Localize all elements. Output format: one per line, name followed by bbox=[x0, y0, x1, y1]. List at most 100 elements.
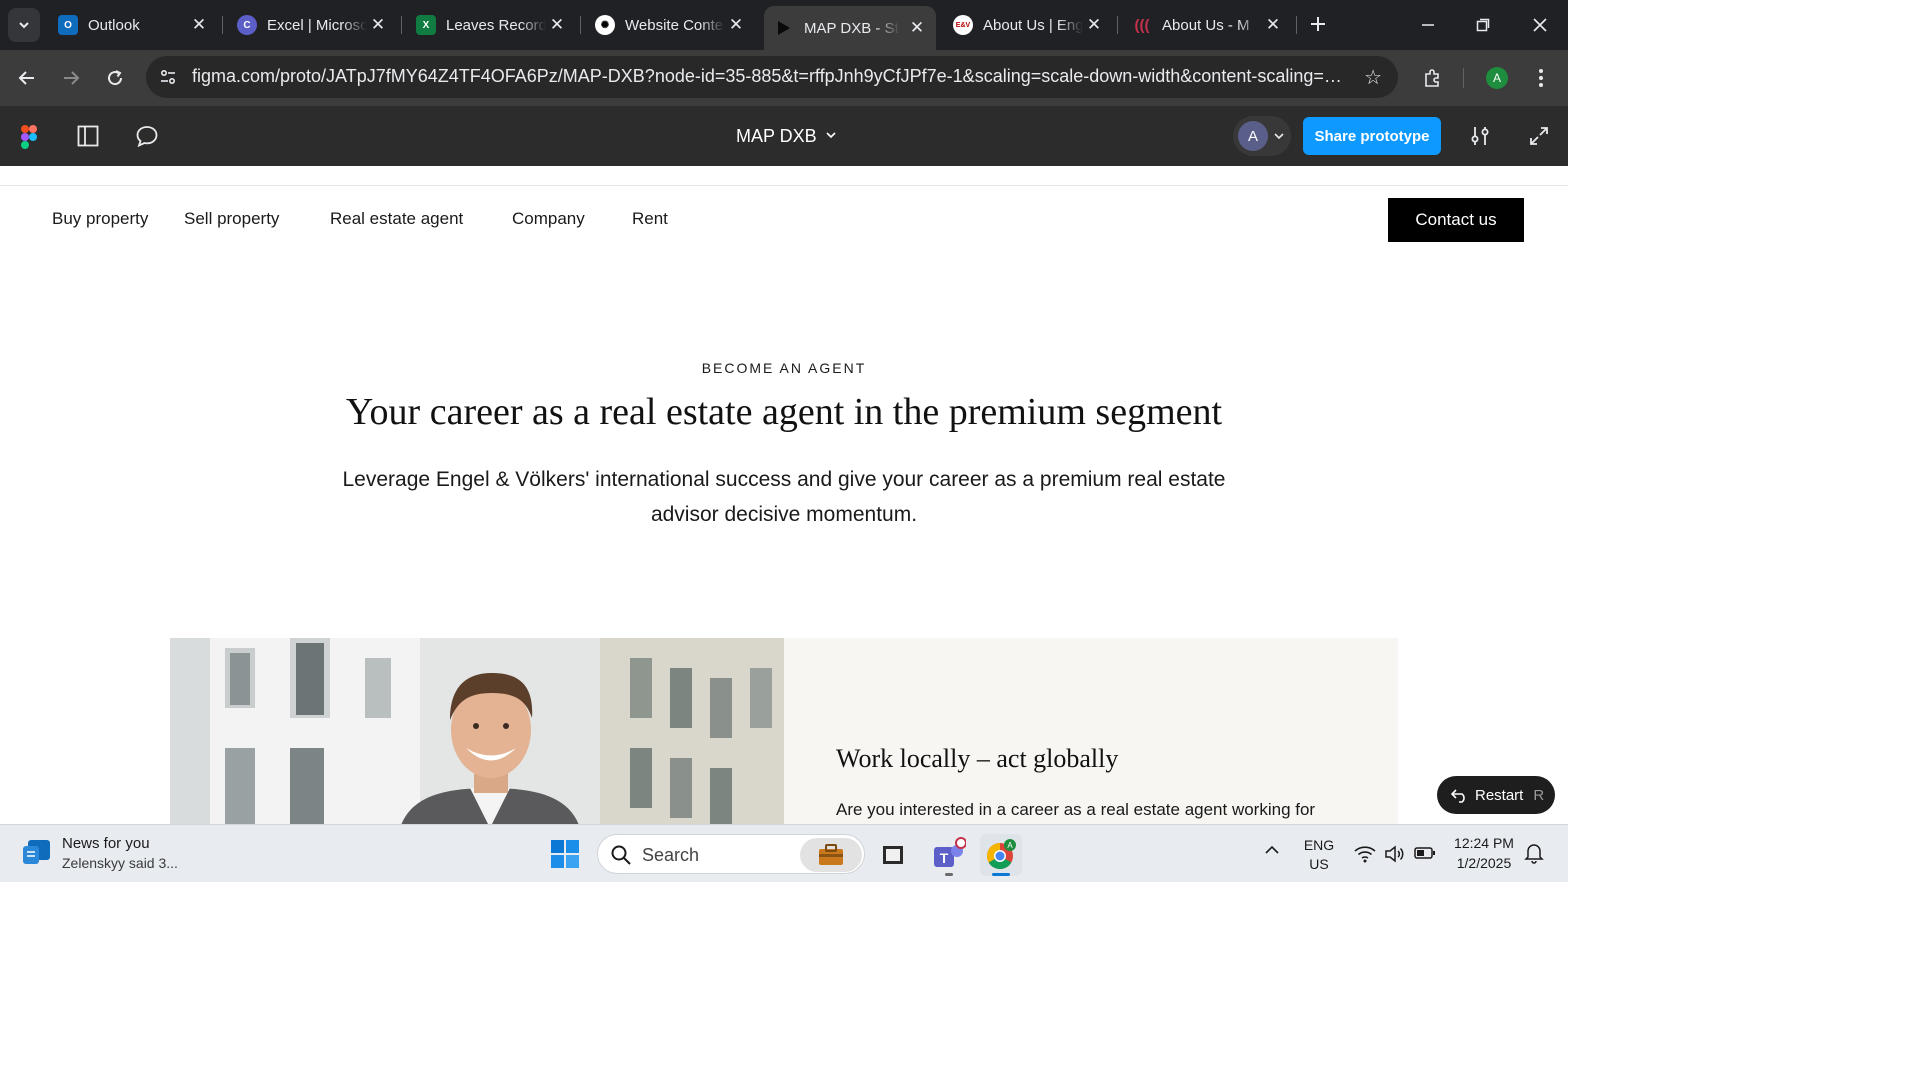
nav-buy-property[interactable]: Buy property bbox=[52, 209, 148, 229]
undo-icon bbox=[1451, 789, 1465, 803]
restore-button[interactable] bbox=[1468, 10, 1498, 40]
nav-sell-property[interactable]: Sell property bbox=[184, 209, 279, 229]
close-icon[interactable]: ✕ bbox=[908, 18, 926, 37]
running-indicator bbox=[945, 873, 953, 876]
address-bar[interactable]: figma.com/proto/JATpJ7fMY64Z4TF4OFA6Pz/M… bbox=[146, 56, 1398, 98]
file-explorer-icon[interactable] bbox=[872, 834, 914, 876]
tab-separator bbox=[580, 16, 581, 34]
tab-search-button[interactable] bbox=[8, 8, 40, 42]
chevron-up-icon[interactable] bbox=[1264, 843, 1280, 861]
more-vertical-icon bbox=[1539, 69, 1543, 87]
tab-separator bbox=[222, 16, 223, 34]
close-icon[interactable]: ✕ bbox=[727, 15, 745, 34]
news-title[interactable]: News for you bbox=[62, 835, 150, 852]
language-region[interactable]: US bbox=[1300, 856, 1338, 872]
wifi-icon[interactable] bbox=[1354, 845, 1376, 868]
contact-us-button[interactable]: Contact us bbox=[1388, 198, 1524, 242]
tab-title: Website Content bbox=[625, 16, 725, 34]
minimize-button[interactable] bbox=[1413, 10, 1443, 40]
clock-date[interactable]: 1/2/2025 bbox=[1448, 855, 1520, 871]
tab-about-us-m[interactable]: ((( About Us - M ✕ bbox=[1132, 6, 1282, 44]
tab-outlook[interactable]: O Outlook ✕ bbox=[58, 6, 208, 44]
section-eyebrow: BECOME AN AGENT bbox=[701, 360, 867, 376]
user-menu[interactable]: A bbox=[1233, 116, 1291, 156]
tab-title: MAP DXB - St bbox=[804, 19, 899, 37]
fullscreen-icon[interactable] bbox=[1528, 125, 1550, 147]
divider bbox=[0, 185, 1568, 186]
menu-button[interactable] bbox=[1525, 62, 1557, 94]
chevron-down-icon bbox=[19, 22, 29, 29]
search-placeholder: Search bbox=[642, 845, 700, 865]
tab-excel-microsoft[interactable]: C Excel | Microsoft ✕ bbox=[237, 6, 387, 44]
profile-avatar[interactable]: A bbox=[1486, 67, 1508, 89]
restart-button[interactable]: Restart R bbox=[1437, 776, 1555, 814]
tab-separator bbox=[1117, 16, 1118, 34]
taskbar-search[interactable]: Search bbox=[597, 834, 865, 874]
svg-text:T: T bbox=[940, 850, 949, 866]
close-icon bbox=[1533, 18, 1547, 32]
brand-icon: ((( bbox=[1134, 16, 1150, 34]
puzzle-icon bbox=[1425, 69, 1439, 87]
prototype-canvas: Buy property Sell property Real estate a… bbox=[0, 166, 1568, 824]
chevron-down-icon bbox=[1274, 133, 1284, 140]
settings-sliders-icon[interactable] bbox=[1469, 125, 1491, 147]
language-code[interactable]: ENG bbox=[1300, 837, 1338, 853]
chrome-icon[interactable]: A bbox=[980, 834, 1022, 876]
tab-separator bbox=[1296, 16, 1297, 34]
active-indicator bbox=[992, 873, 1010, 876]
news-subtitle[interactable]: Zelenskyy said 3... bbox=[62, 855, 178, 871]
sidebar-toggle-icon[interactable] bbox=[77, 125, 99, 147]
share-prototype-button[interactable]: Share prototype bbox=[1303, 117, 1441, 155]
restart-label: Restart bbox=[1475, 786, 1524, 804]
figma-logo-icon[interactable] bbox=[20, 124, 38, 150]
svg-text:A: A bbox=[1007, 841, 1013, 850]
reload-button[interactable] bbox=[99, 62, 131, 94]
news-widget-icon[interactable] bbox=[22, 838, 52, 871]
clock-time[interactable]: 12:24 PM bbox=[1448, 835, 1520, 851]
comment-icon[interactable] bbox=[135, 125, 159, 147]
close-icon[interactable]: ✕ bbox=[190, 15, 208, 34]
teams-icon[interactable]: T bbox=[927, 834, 969, 876]
close-window-button[interactable] bbox=[1525, 10, 1555, 40]
tab-leaves-record[interactable]: X Leaves Record ✕ bbox=[416, 6, 566, 44]
outlook-icon: O bbox=[58, 15, 78, 35]
toolbar-separator bbox=[1463, 68, 1464, 88]
site-info-icon[interactable] bbox=[156, 65, 180, 89]
tab-title: Excel | Microsoft bbox=[267, 16, 367, 34]
copilot-icon: C bbox=[237, 15, 257, 35]
restore-icon bbox=[1476, 18, 1490, 32]
extensions-button[interactable] bbox=[1416, 62, 1448, 94]
notification-bell-icon[interactable] bbox=[1524, 842, 1544, 869]
chevron-down-icon[interactable] bbox=[826, 128, 836, 142]
minimize-icon bbox=[1422, 24, 1434, 26]
tab-title: About Us | Eng bbox=[983, 16, 1083, 34]
restart-shortcut: R bbox=[1533, 786, 1545, 804]
arrow-left-icon bbox=[18, 71, 34, 85]
avatar: A bbox=[1238, 121, 1268, 151]
ev-icon: E&V bbox=[953, 15, 973, 35]
plus-icon bbox=[1311, 17, 1325, 31]
bookmark-star-icon[interactable]: ☆ bbox=[1364, 65, 1382, 90]
close-icon[interactable]: ✕ bbox=[1264, 15, 1282, 34]
tab-map-dxb[interactable]: MAP DXB - St ✕ bbox=[764, 6, 936, 50]
browser-toolbar: figma.com/proto/JATpJ7fMY64Z4TF4OFA6Pz/M… bbox=[0, 50, 1568, 106]
arrow-right-icon bbox=[64, 71, 80, 85]
battery-icon[interactable] bbox=[1414, 846, 1436, 865]
search-highlight-icon bbox=[800, 838, 862, 872]
file-name[interactable]: MAP DXB bbox=[736, 126, 817, 147]
nav-company[interactable]: Company bbox=[512, 209, 585, 229]
nav-rent[interactable]: Rent bbox=[632, 209, 668, 229]
new-tab-button[interactable] bbox=[1306, 12, 1330, 36]
figma-toolbar: MAP DXB A Share prototype bbox=[0, 106, 1568, 166]
tab-website-content[interactable]: ✺ Website Content ✕ bbox=[595, 6, 745, 44]
back-button[interactable] bbox=[11, 62, 43, 94]
close-icon[interactable]: ✕ bbox=[369, 15, 387, 34]
volume-icon[interactable] bbox=[1384, 844, 1406, 869]
nav-real-estate-agent[interactable]: Real estate agent bbox=[330, 209, 463, 229]
close-icon[interactable]: ✕ bbox=[548, 15, 566, 34]
windows-start-icon[interactable] bbox=[550, 839, 580, 874]
close-icon[interactable]: ✕ bbox=[1085, 15, 1103, 34]
tab-about-us-ev[interactable]: E&V About Us | Eng ✕ bbox=[953, 6, 1103, 44]
forward-button[interactable] bbox=[55, 62, 87, 94]
url-text[interactable]: figma.com/proto/JATpJ7fMY64Z4TF4OFA6Pz/M… bbox=[192, 66, 1342, 87]
